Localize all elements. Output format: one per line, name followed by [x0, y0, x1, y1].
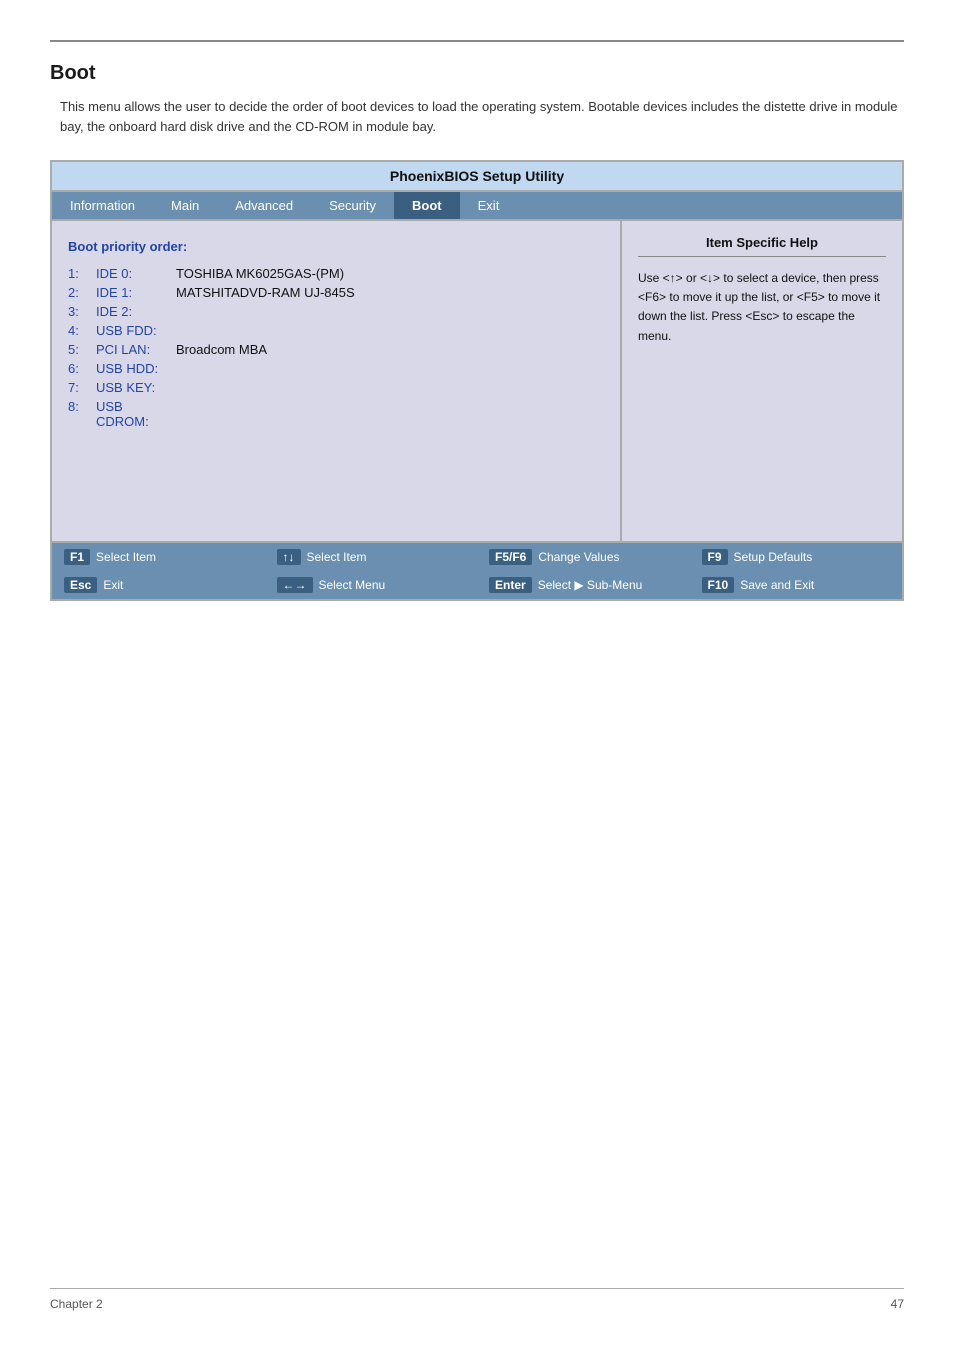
boot-label-1: IDE 0:	[96, 266, 176, 281]
boot-num-1: 1:	[68, 266, 96, 281]
key-f1: F1	[64, 549, 90, 565]
boot-num-8: 8:	[68, 399, 96, 429]
boot-num-3: 3:	[68, 304, 96, 319]
nav-item-boot[interactable]: Boot	[394, 192, 460, 219]
status-line-2: Esc Exit ←→ Select Menu Enter Select ▶ S…	[52, 571, 902, 599]
status-line-1: F1 Select Item ↑↓ Select Item F5/F6 Chan…	[52, 543, 902, 571]
status-enter: Enter Select ▶ Sub-Menu	[477, 575, 690, 595]
boot-label-8: USB CDROM:	[96, 399, 176, 429]
key-leftright: ←→	[277, 577, 313, 593]
boot-value-5: Broadcom MBA	[176, 342, 267, 357]
boot-item-1: 1: IDE 0: TOSHIBA MK6025GAS-(PM)	[68, 266, 604, 281]
key-esc: Esc	[64, 577, 97, 593]
boot-item-4: 4: USB FDD:	[68, 323, 604, 338]
help-text: Use <↑> or <↓> to select a device, then …	[638, 269, 886, 346]
status-esc: Esc Exit	[52, 575, 265, 595]
bios-title-bar: PhoenixBIOS Setup Utility	[52, 162, 902, 192]
boot-label-3: IDE 2:	[96, 304, 176, 319]
boot-num-5: 5:	[68, 342, 96, 357]
status-f10-label: Save and Exit	[740, 578, 814, 592]
nav-item-security[interactable]: Security	[311, 192, 394, 219]
boot-item-6: 6: USB HDD:	[68, 361, 604, 376]
boot-label-6: USB HDD:	[96, 361, 176, 376]
status-f5f6-label: Change Values	[538, 550, 619, 564]
boot-item-2: 2: IDE 1: MATSHITADVD-RAM UJ-845S	[68, 285, 604, 300]
boot-num-7: 7:	[68, 380, 96, 395]
status-esc-label: Exit	[103, 578, 123, 592]
top-divider	[50, 40, 904, 42]
bios-box: PhoenixBIOS Setup Utility Information Ma…	[50, 160, 904, 601]
key-f5f6: F5/F6	[489, 549, 532, 565]
status-f1-label: Select Item	[96, 550, 156, 564]
boot-item-3: 3: IDE 2:	[68, 304, 604, 319]
footer-page: 47	[891, 1297, 904, 1311]
boot-value-2: MATSHITADVD-RAM UJ-845S	[176, 285, 355, 300]
boot-num-4: 4:	[68, 323, 96, 338]
status-f9-label: Setup Defaults	[734, 550, 813, 564]
page-title: Boot	[50, 62, 904, 85]
footer-chapter: Chapter 2	[50, 1297, 103, 1311]
boot-value-1: TOSHIBA MK6025GAS-(PM)	[176, 266, 344, 281]
status-enter-label: Select ▶ Sub-Menu	[538, 578, 643, 592]
page-footer: Chapter 2 47	[50, 1288, 904, 1311]
status-f1: F1 Select Item	[52, 547, 265, 567]
section-title: Boot priority order:	[68, 239, 604, 254]
nav-item-exit[interactable]: Exit	[460, 192, 518, 219]
nav-item-advanced[interactable]: Advanced	[217, 192, 311, 219]
status-leftright: ←→ Select Menu	[265, 575, 478, 595]
status-rows: F1 Select Item ↑↓ Select Item F5/F6 Chan…	[52, 543, 902, 599]
status-arrows: ↑↓ Select Item	[265, 547, 478, 567]
bios-right-panel: Item Specific Help Use <↑> or <↓> to sel…	[622, 221, 902, 541]
key-enter: Enter	[489, 577, 532, 593]
status-f9: F9 Setup Defaults	[690, 547, 903, 567]
boot-label-5: PCI LAN:	[96, 342, 176, 357]
bios-content: Boot priority order: 1: IDE 0: TOSHIBA M…	[52, 221, 902, 541]
bios-left-panel: Boot priority order: 1: IDE 0: TOSHIBA M…	[52, 221, 622, 541]
boot-label-7: USB KEY:	[96, 380, 176, 395]
nav-item-main[interactable]: Main	[153, 192, 217, 219]
key-f9: F9	[702, 549, 728, 565]
boot-num-2: 2:	[68, 285, 96, 300]
boot-item-5: 5: PCI LAN: Broadcom MBA	[68, 342, 604, 357]
status-leftright-label: Select Menu	[319, 578, 386, 592]
key-arrows: ↑↓	[277, 549, 301, 565]
bios-nav: Information Main Advanced Security Boot …	[52, 192, 902, 221]
boot-label-4: USB FDD:	[96, 323, 176, 338]
bios-status-bar: F1 Select Item ↑↓ Select Item F5/F6 Chan…	[52, 541, 902, 599]
status-f10: F10 Save and Exit	[690, 575, 903, 595]
key-f10: F10	[702, 577, 735, 593]
nav-item-information[interactable]: Information	[52, 192, 153, 219]
page-container: Boot This menu allows the user to decide…	[0, 0, 954, 661]
boot-num-6: 6:	[68, 361, 96, 376]
status-arrows-label: Select Item	[307, 550, 367, 564]
page-description: This menu allows the user to decide the …	[50, 97, 904, 136]
status-f5f6: F5/F6 Change Values	[477, 547, 690, 567]
help-title: Item Specific Help	[638, 235, 886, 257]
boot-label-2: IDE 1:	[96, 285, 176, 300]
boot-item-7: 7: USB KEY:	[68, 380, 604, 395]
boot-item-8: 8: USB CDROM:	[68, 399, 604, 429]
